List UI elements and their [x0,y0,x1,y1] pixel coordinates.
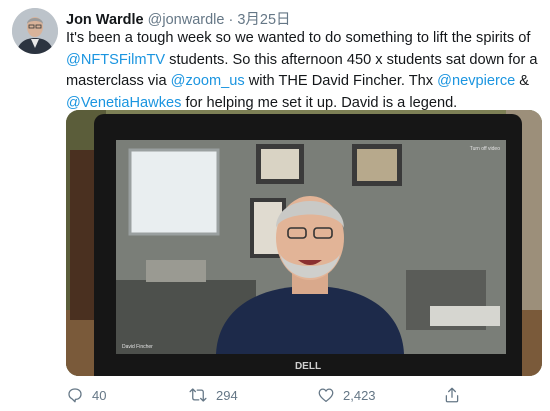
laptop-video-call-image: Turn off video David Fincher DELL [66,110,542,376]
retweet-icon [189,388,207,402]
tweet-text-part: for helping me set it up. David is a leg… [181,94,458,111]
tweet-date[interactable]: 3月25日 [237,12,290,28]
author-name[interactable]: Jon Wardle [66,12,144,28]
tweet-text-part: with THE David Fincher. Thx [244,73,438,89]
tweet-actions: 40 294 2,423 [66,384,542,406]
reply-count: 40 [92,387,107,403]
author-avatar[interactable] [12,8,58,54]
reply-button[interactable]: 40 [66,384,106,406]
tweet-text-part: It's been a tough week so we wanted to d… [66,30,531,46]
laptop-brand-logo: DELL [295,361,321,372]
share-button[interactable] [443,384,461,406]
mention-venetiahawkes[interactable]: @VenetiaHawkes [66,95,181,111]
tweet-media-photo[interactable]: Turn off video David Fincher DELL [66,110,542,376]
mention-zoom-us[interactable]: @zoom_us [171,73,245,89]
mention-nevpierce[interactable]: @nevpierce [437,73,515,89]
heart-icon [318,388,334,403]
share-icon [445,387,459,403]
tweet-header: Jon Wardle @jonwardle · 3月25日 [66,8,291,28]
mention-nftsfilmtv[interactable]: @NFTSFilmTV [66,52,165,68]
reply-icon [68,388,82,403]
like-count: 2,423 [343,387,376,403]
retweet-button[interactable]: 294 [188,384,238,406]
author-handle[interactable]: @jonwardle [148,12,225,28]
header-separator: · [228,12,234,28]
tweet-text-part: & [515,73,530,89]
zoom-label-top: Turn off video [470,146,501,152]
retweet-count: 294 [216,387,238,403]
zoom-label-bottom: David Fincher [122,344,153,350]
tweet-text: It's been a tough week so we wanted to d… [66,28,542,114]
like-button[interactable]: 2,423 [317,384,376,406]
